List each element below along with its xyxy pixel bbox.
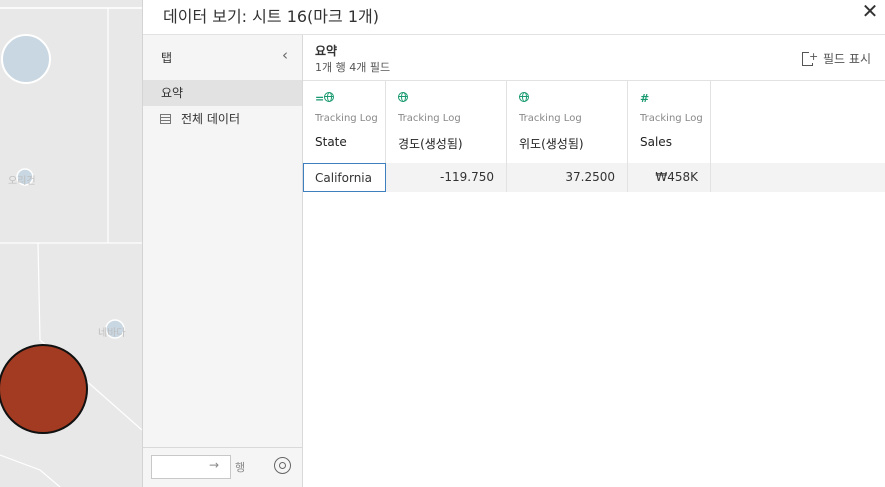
- column-header-state[interactable]: = Tracking Log State: [303, 81, 386, 163]
- column-source: Tracking Log: [315, 113, 378, 124]
- column-header-sales[interactable]: # Tracking Log Sales: [628, 81, 711, 163]
- view-data-dialog: 데이터 보기: 시트 16(마크 1개) ✕ 탭 ‹ 요약 전체 데이터 → 행…: [142, 0, 885, 487]
- column-name: Sales: [640, 135, 672, 149]
- map-label-oregon: 오리건: [8, 176, 36, 187]
- column-header-latitude[interactable]: Tracking Log 위도(생성됨): [507, 81, 628, 163]
- tabs-panel: 탭 ‹ 요약 전체 데이터 → 행: [143, 35, 303, 487]
- collapse-panel-icon[interactable]: ‹: [282, 46, 288, 64]
- show-fields-label: 필드 표시: [823, 52, 871, 66]
- table-cell[interactable]: 37.2500: [507, 163, 628, 192]
- show-fields-button[interactable]: 필드 표시: [802, 50, 871, 67]
- rows-label: 행: [235, 461, 246, 474]
- gear-icon[interactable]: [274, 457, 291, 474]
- tab-full-data[interactable]: 전체 데이터: [143, 106, 302, 132]
- globe-icon: [519, 92, 529, 105]
- globe-icon: [398, 92, 408, 105]
- column-name: State: [315, 135, 347, 149]
- column-name: 위도(생성됨): [519, 137, 584, 151]
- summary-content: 요약 1개 행 4개 필드 필드 표시 = Tracking Log State…: [303, 35, 885, 487]
- column-source: Tracking Log: [398, 113, 461, 124]
- column-name: 경도(생성됨): [398, 137, 463, 151]
- hash-icon: #: [640, 92, 650, 105]
- dialog-title: 데이터 보기: 시트 16(마크 1개): [163, 7, 379, 26]
- table-row: California -119.750 37.2500 ₩458K: [303, 163, 885, 192]
- add-field-icon: [802, 51, 819, 66]
- close-icon[interactable]: ✕: [859, 0, 881, 22]
- table-cell[interactable]: -119.750: [386, 163, 507, 192]
- summary-subtitle: 1개 행 4개 필드: [315, 61, 391, 74]
- background-map: 오리건 네바다: [0, 0, 142, 487]
- column-header-longitude[interactable]: Tracking Log 경도(생성됨): [386, 81, 507, 163]
- tab-summary-label: 요약: [161, 86, 184, 100]
- column-source: Tracking Log: [640, 113, 703, 124]
- tab-summary[interactable]: 요약: [143, 80, 302, 106]
- california-mark[interactable]: [0, 344, 88, 434]
- tabs-footer: → 행: [143, 447, 302, 487]
- column-source: Tracking Log: [519, 113, 582, 124]
- geo-dimension-icon: =: [315, 92, 335, 105]
- tabs-header: 탭: [161, 51, 173, 65]
- arrow-right-icon[interactable]: →: [209, 458, 219, 472]
- tab-full-data-label: 전체 데이터: [181, 112, 241, 126]
- table-cell[interactable]: ₩458K: [628, 163, 711, 192]
- table-cell[interactable]: California: [303, 163, 386, 192]
- map-label-nevada: 네바다: [98, 328, 126, 339]
- summary-title: 요약: [315, 44, 338, 58]
- table-icon: [160, 114, 171, 124]
